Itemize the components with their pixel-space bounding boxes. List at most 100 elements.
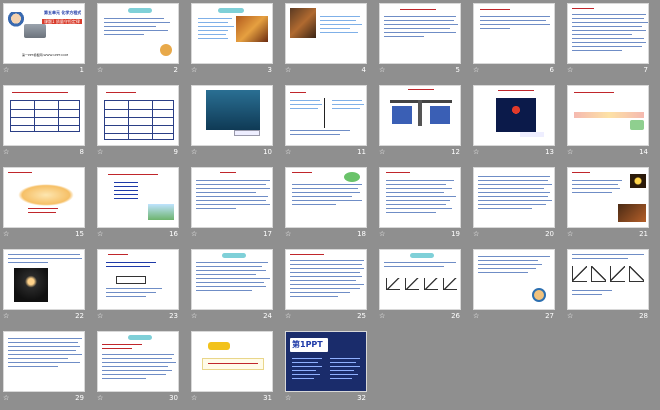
slide-transition-icon[interactable]: ☆ — [285, 148, 291, 156]
slide-transition-icon[interactable]: ☆ — [473, 148, 479, 156]
slide-thumbnail-10[interactable] — [191, 85, 273, 146]
slide-thumbnail-11[interactable] — [285, 85, 367, 146]
photo-image — [618, 204, 646, 222]
slide-transition-icon[interactable]: ☆ — [191, 394, 197, 402]
text-line — [196, 192, 256, 193]
slide-thumbnail-8[interactable] — [3, 85, 85, 146]
text-line — [572, 46, 642, 47]
slide-thumbnail-9[interactable] — [97, 85, 179, 146]
slide-transition-icon[interactable]: ☆ — [191, 66, 197, 74]
slide-transition-icon[interactable]: ☆ — [191, 230, 197, 238]
slide-meta: ☆ 7 — [567, 66, 649, 76]
slide-thumbnail-32[interactable]: 第1PPT — [285, 331, 367, 392]
slide-thumbnail-18[interactable] — [285, 167, 367, 228]
slide-meta: ☆ 28 — [567, 312, 649, 322]
slide-transition-icon[interactable]: ☆ — [97, 312, 103, 320]
slide-number: 17 — [263, 230, 272, 238]
text-line — [8, 354, 82, 355]
slide-transition-icon[interactable]: ☆ — [379, 148, 385, 156]
slide-thumbnail-31[interactable] — [191, 331, 273, 392]
slide-thumbnail-25[interactable] — [285, 249, 367, 310]
slide-thumbnail-20[interactable] — [473, 167, 555, 228]
cartoon-image — [344, 172, 360, 182]
slide-transition-icon[interactable]: ☆ — [3, 148, 9, 156]
slide-transition-icon[interactable]: ☆ — [285, 394, 291, 402]
slide-transition-icon[interactable]: ☆ — [97, 66, 103, 74]
slide-transition-icon[interactable]: ☆ — [473, 312, 479, 320]
slide-transition-icon[interactable]: ☆ — [191, 312, 197, 320]
slide-transition-icon[interactable]: ☆ — [97, 394, 103, 402]
slide-thumbnail-13[interactable] — [473, 85, 555, 146]
text-line — [290, 268, 364, 269]
slide-transition-icon[interactable]: ☆ — [567, 312, 573, 320]
quote-box — [202, 358, 264, 370]
text-line — [572, 254, 644, 255]
slide-thumbnail-29[interactable] — [3, 331, 85, 392]
slide-transition-icon[interactable]: ☆ — [191, 148, 197, 156]
slide-thumbnail-12[interactable] — [379, 85, 461, 146]
slide-transition-icon[interactable]: ☆ — [285, 66, 291, 74]
slide-transition-icon[interactable]: ☆ — [3, 394, 9, 402]
slide-number: 11 — [357, 148, 366, 156]
slide-thumbnail-28[interactable] — [567, 249, 649, 310]
slide-transition-icon[interactable]: ☆ — [3, 66, 9, 74]
slide-thumbnail-19[interactable] — [379, 167, 461, 228]
slide-thumbnail-24[interactable] — [191, 249, 273, 310]
slide-thumbnail-6[interactable] — [473, 3, 555, 64]
slide-transition-icon[interactable]: ☆ — [379, 312, 385, 320]
slide-thumbnail-14[interactable] — [567, 85, 649, 146]
slide-thumbnail-2[interactable] — [97, 3, 179, 64]
slide-thumbnail-27[interactable] — [473, 249, 555, 310]
text-line — [332, 108, 360, 109]
slide-meta: ☆ 1 — [3, 66, 85, 76]
text-line — [386, 188, 452, 189]
slide-transition-icon[interactable]: ☆ — [97, 230, 103, 238]
text-line — [408, 89, 434, 90]
text-line — [290, 100, 320, 101]
slide-transition-icon[interactable]: ☆ — [285, 312, 291, 320]
slide-number: 15 — [75, 230, 84, 238]
slide-thumbnail-16[interactable] — [97, 167, 179, 228]
slide-number: 28 — [639, 312, 648, 320]
slide-footer: 第一PPT模板网-WWW.1PPT.COM — [22, 53, 69, 57]
slide-transition-icon[interactable]: ☆ — [473, 230, 479, 238]
slide-thumbnail-1[interactable]: 第五单元 化学方程式 课题1 质量守恒定律 第一PPT模板网-WWW.1PPT.CO… — [3, 3, 85, 64]
slide-thumbnail-15[interactable] — [3, 167, 85, 228]
text-line — [106, 262, 156, 263]
text-line — [320, 28, 350, 29]
slide-thumbnail-21[interactable] — [567, 167, 649, 228]
text-line — [384, 16, 456, 17]
text-line — [8, 258, 82, 259]
slide-thumbnail-30[interactable] — [97, 331, 179, 392]
slide-transition-icon[interactable]: ☆ — [567, 66, 573, 74]
slide-meta: ☆ 25 — [285, 312, 367, 322]
slide-transition-icon[interactable]: ☆ — [3, 230, 9, 238]
text-line — [292, 200, 362, 201]
slide-thumbnail-7[interactable] — [567, 3, 649, 64]
text-line — [478, 180, 548, 181]
text-line — [572, 26, 642, 27]
slide-thumbnail-4[interactable] — [285, 3, 367, 64]
slide-thumbnail-17[interactable] — [191, 167, 273, 228]
slide-thumbnail-22[interactable] — [3, 249, 85, 310]
slide-thumbnail-23[interactable] — [97, 249, 179, 310]
text-line — [572, 38, 644, 39]
slide-transition-icon[interactable]: ☆ — [285, 230, 291, 238]
text-line — [292, 184, 362, 185]
slide-transition-icon[interactable]: ☆ — [379, 66, 385, 74]
text-line — [104, 26, 156, 27]
slide-transition-icon[interactable]: ☆ — [567, 230, 573, 238]
text-line — [102, 378, 146, 379]
slide-table — [104, 100, 174, 140]
slide-thumbnail-3[interactable] — [191, 3, 273, 64]
slide-transition-icon[interactable]: ☆ — [379, 230, 385, 238]
slide-thumbnail-26[interactable] — [379, 249, 461, 310]
slide-transition-icon[interactable]: ☆ — [97, 148, 103, 156]
text-line — [8, 362, 80, 363]
slide-transition-icon[interactable]: ☆ — [567, 148, 573, 156]
slide-transition-icon[interactable]: ☆ — [3, 312, 9, 320]
slide-transition-icon[interactable]: ☆ — [473, 66, 479, 74]
text-line — [478, 208, 532, 209]
slide-meta: ☆ 21 — [567, 230, 649, 240]
slide-thumbnail-5[interactable] — [379, 3, 461, 64]
